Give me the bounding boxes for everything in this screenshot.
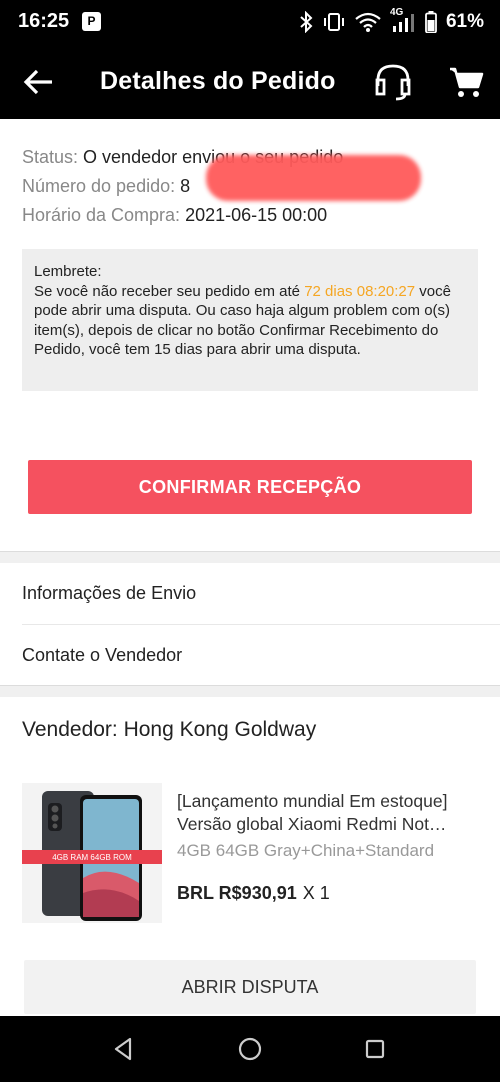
reminder-box: Lembrete: Se você não receber seu pedido…	[22, 249, 478, 391]
app-header: Detalhes do Pedido	[0, 44, 500, 119]
shipping-info-row[interactable]: Informações de Envio	[0, 563, 500, 624]
product-quantity: X 1	[302, 883, 330, 903]
back-triangle-icon[interactable]	[108, 1034, 138, 1064]
product-variant: 4GB 64GB Gray+China+Standard	[177, 841, 435, 860]
purchase-time-label: Horário da Compra:	[22, 205, 181, 225]
order-number-value: 8	[180, 176, 191, 196]
wifi-icon	[355, 12, 381, 32]
battery-percent: 61%	[445, 11, 484, 32]
section-divider	[0, 685, 500, 697]
signal-icon: 4G	[390, 7, 416, 33]
system-nav-bar	[0, 1016, 500, 1082]
contact-seller-row[interactable]: Contate o Vendedor	[0, 625, 500, 686]
open-dispute-button[interactable]: ABRIR DISPUTA	[24, 960, 476, 1014]
redaction-mark	[206, 155, 421, 201]
headset-support-icon[interactable]	[372, 62, 414, 102]
image-badge-text: 4GB RAM 64GB ROM	[52, 853, 132, 862]
seller-name: Vendedor: Hong Kong Goldway	[22, 718, 317, 741]
recents-square-icon[interactable]	[360, 1034, 390, 1064]
reminder-title: Lembrete:	[34, 263, 102, 280]
page-title: Detalhes do Pedido	[100, 67, 336, 95]
back-arrow-icon[interactable]	[22, 65, 56, 99]
product-price-row: BRL R$930,91 X 1	[177, 883, 330, 904]
home-circle-icon[interactable]	[235, 1034, 265, 1064]
bluetooth-icon	[300, 11, 313, 33]
reminder-text-before: Se você não receber seu pedido em até	[34, 282, 305, 300]
confirm-reception-button[interactable]: CONFIRMAR RECEPÇÃO	[28, 460, 472, 514]
parking-notification-icon: P	[82, 12, 101, 31]
cart-icon[interactable]	[448, 64, 484, 100]
product-price: BRL R$930,91	[177, 883, 297, 903]
product-image[interactable]: 4GB RAM 64GB ROM	[22, 783, 162, 923]
status-icons: 4G 61%	[299, 7, 484, 36]
vibrate-icon	[323, 13, 344, 31]
status-label: Status:	[22, 147, 79, 167]
battery-icon	[425, 11, 437, 33]
status-bar: 16:25 P 4G 61%	[0, 0, 500, 44]
section-divider	[0, 551, 500, 563]
status-time: 16:25	[18, 10, 70, 32]
purchase-time-value: 2021-06-15 00:00	[185, 205, 328, 225]
product-title[interactable]: [Lançamento mundial Em estoque] Versão g…	[177, 790, 482, 836]
reminder-text: Se você não receber seu pedido em até 72…	[34, 282, 466, 360]
countdown-timer: 72 dias 08:20:27	[304, 282, 416, 300]
order-number-label: Número do pedido:	[22, 176, 176, 196]
purchase-time-row: Horário da Compra: 2021-06-15 00:00	[22, 201, 343, 230]
phone-image: 4GB RAM 64GB ROM	[22, 791, 162, 921]
